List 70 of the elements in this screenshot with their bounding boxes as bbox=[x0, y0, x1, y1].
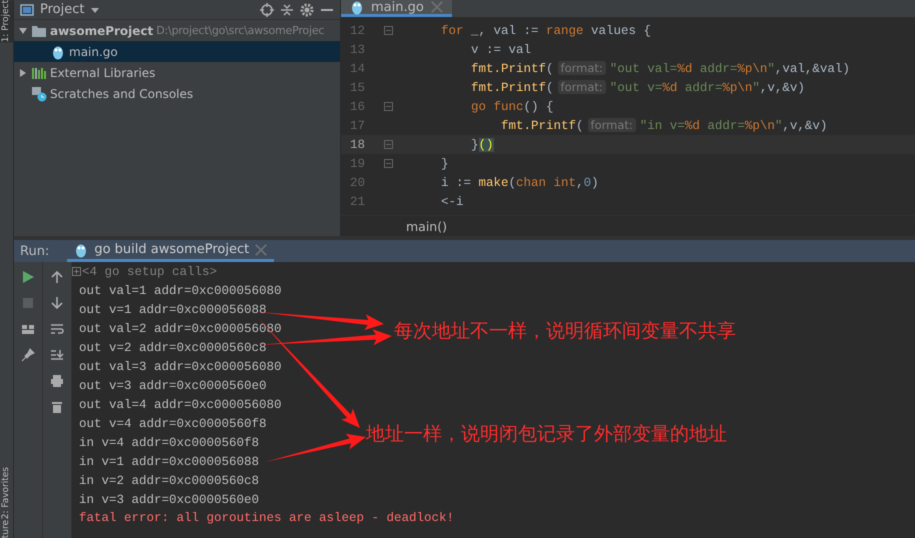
code-line: <-i bbox=[440, 194, 464, 208]
console-output-line: out val=3 addr=0xc000056080 bbox=[79, 360, 282, 374]
line-number: 21 bbox=[348, 194, 365, 208]
pin-icon[interactable] bbox=[21, 348, 35, 362]
code-line: fmt.Printf( format: "out v=%d addr=%p\n",v,&v) bbox=[470, 80, 805, 95]
code-line: go func() { bbox=[470, 100, 554, 114]
fold-marker-icon[interactable] bbox=[384, 140, 392, 149]
line-number: 16 bbox=[348, 100, 365, 114]
code-line: fmt.Printf( format: "out val=%d addr=%p\n",val,&val) bbox=[470, 61, 850, 76]
line-number: 12 bbox=[348, 24, 365, 38]
code-line: for _, val := range values { bbox=[440, 24, 652, 38]
breadcrumb[interactable]: main() bbox=[341, 215, 915, 236]
code-line: v := val bbox=[470, 42, 532, 56]
tool-window-label[interactable]: ture bbox=[0, 520, 13, 538]
trash-icon[interactable] bbox=[50, 400, 64, 414]
line-number: 14 bbox=[348, 62, 365, 76]
expand-icon[interactable] bbox=[72, 267, 81, 276]
soft-wrap-icon[interactable] bbox=[50, 322, 64, 336]
console-output-line: out v=1 addr=0xc000056088 bbox=[79, 302, 267, 316]
console-output-line: fatal error: all goroutines are asleep - deadlock! bbox=[79, 510, 454, 524]
tree-item[interactable]: awsomeProject D:\project\go\src\awsomeProjec bbox=[14, 20, 340, 41]
line-number: 20 bbox=[348, 176, 365, 190]
scroll-to-end-icon[interactable] bbox=[50, 348, 64, 362]
collapsed-arrow-icon[interactable] bbox=[18, 68, 28, 78]
line-number: 13 bbox=[348, 42, 365, 56]
down-arrow-icon[interactable] bbox=[50, 296, 64, 310]
console-output-line: out v=3 addr=0xc0000560e0 bbox=[79, 378, 267, 392]
console-output-line: in v=4 addr=0xc0000560f8 bbox=[79, 436, 260, 450]
tree-item[interactable]: Scratches and Consoles bbox=[14, 83, 340, 104]
gopher-icon bbox=[349, 0, 365, 15]
panel-icon bbox=[20, 2, 34, 16]
line-number: 19 bbox=[348, 156, 365, 170]
editor-tab[interactable]: main.go bbox=[341, 0, 452, 17]
layout-icon[interactable] bbox=[21, 322, 35, 336]
collapse-icon[interactable] bbox=[280, 2, 294, 16]
run-tab[interactable]: go build awsomeProject bbox=[67, 240, 274, 262]
console-output-line: in v=2 addr=0xc0000560c8 bbox=[79, 474, 260, 488]
line-number: 18 bbox=[348, 138, 365, 152]
scratch-console-icon bbox=[31, 86, 47, 102]
code-line: i := make(chan int,0) bbox=[440, 176, 599, 190]
fold-marker-icon[interactable] bbox=[384, 159, 392, 168]
folder-path: D:\project\go\src\awsomeProjec bbox=[156, 24, 324, 37]
annotation-text: 每次地址不一样，说明循环间变量不共享 bbox=[394, 319, 736, 344]
console-output-line: in v=1 addr=0xc000056088 bbox=[79, 454, 260, 468]
console-output-line: out v=4 addr=0xc0000560f8 bbox=[79, 416, 267, 430]
code-line: fmt.Printf( format: "in v=%d addr=%p\n",v,&v) bbox=[500, 118, 828, 133]
run-label: Run: bbox=[20, 242, 50, 260]
console-output-line: out val=1 addr=0xc000056080 bbox=[79, 284, 282, 298]
crosshair-icon[interactable] bbox=[260, 2, 274, 16]
line-number: 15 bbox=[348, 80, 365, 94]
up-arrow-icon[interactable] bbox=[50, 270, 64, 284]
console-output-line: out v=2 addr=0xc0000560c8 bbox=[79, 340, 267, 354]
line-number: 17 bbox=[348, 118, 365, 132]
code-line: }() bbox=[470, 138, 494, 152]
expanded-arrow-icon[interactable] bbox=[18, 26, 28, 36]
fold-marker-icon[interactable] bbox=[384, 26, 392, 35]
panel-title[interactable]: Project bbox=[40, 2, 84, 17]
gopher-icon bbox=[50, 44, 66, 60]
annotation-text: 地址一样，说明闭包记录了外部变量的地址 bbox=[366, 422, 727, 447]
code-line: } bbox=[440, 156, 449, 170]
console-output-line: in v=3 addr=0xc0000560e0 bbox=[79, 492, 260, 506]
console-output-line: out val=4 addr=0xc000056080 bbox=[79, 398, 282, 412]
tree-item[interactable]: main.go bbox=[14, 41, 340, 62]
settings-icon[interactable] bbox=[300, 2, 314, 16]
tool-window-label[interactable]: 2: Favorites bbox=[0, 467, 13, 520]
tool-window-label[interactable]: 1: Project bbox=[0, 0, 13, 42]
fold-marker-icon[interactable] bbox=[384, 102, 392, 111]
console-output-line: <4 go setup calls> bbox=[82, 264, 218, 278]
tree-item[interactable]: External Libraries bbox=[14, 62, 340, 83]
run-icon[interactable] bbox=[21, 270, 35, 284]
